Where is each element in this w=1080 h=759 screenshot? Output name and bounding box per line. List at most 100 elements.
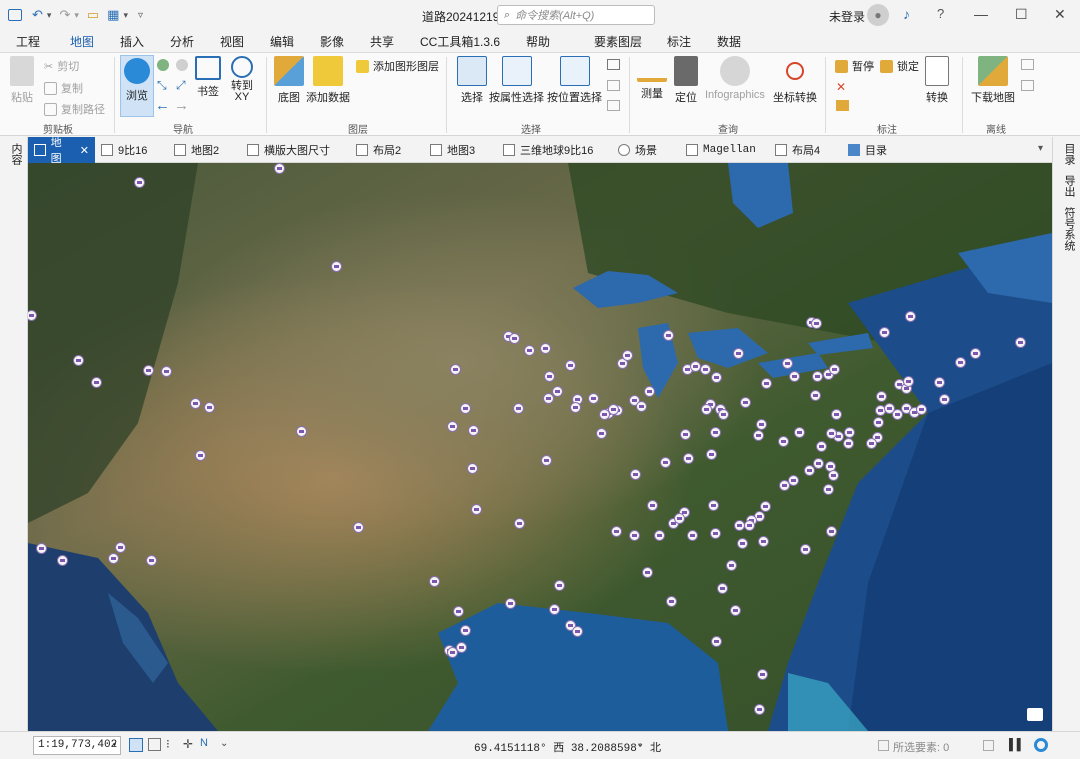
- feature-marker[interactable]: [710, 427, 721, 438]
- redo-dropdown-icon[interactable]: ▾: [74, 10, 79, 21]
- open-folder-icon[interactable]: ▭: [87, 7, 99, 23]
- map-view[interactable]: [28, 163, 1052, 731]
- feature-marker[interactable]: [622, 350, 633, 361]
- feature-marker[interactable]: [687, 530, 698, 541]
- feature-marker[interactable]: [680, 429, 691, 440]
- feature-marker[interactable]: [905, 311, 916, 322]
- feature-marker[interactable]: [789, 371, 800, 382]
- feature-marker[interactable]: [730, 605, 741, 616]
- catalog-pane-tab[interactable]: 目录: [1061, 143, 1077, 165]
- feature-marker[interactable]: [161, 366, 172, 377]
- maximize-icon[interactable]: ☐: [1015, 6, 1028, 23]
- tab-view[interactable]: 视图: [220, 33, 244, 50]
- snapping-icon[interactable]: ⁝: [166, 737, 170, 751]
- tab-help[interactable]: 帮助: [526, 33, 550, 50]
- feature-marker[interactable]: [460, 403, 471, 414]
- feature-marker[interactable]: [879, 327, 890, 338]
- feature-marker[interactable]: [866, 438, 877, 449]
- feature-marker[interactable]: [810, 390, 821, 401]
- feature-marker[interactable]: [552, 386, 563, 397]
- feature-marker[interactable]: [666, 596, 677, 607]
- feature-marker[interactable]: [711, 636, 722, 647]
- feature-marker[interactable]: [353, 522, 364, 533]
- copy-button[interactable]: 复制: [44, 80, 83, 96]
- tab-labeling[interactable]: 标注: [667, 33, 691, 50]
- feature-marker[interactable]: [754, 704, 765, 715]
- feature-marker[interactable]: [757, 669, 768, 680]
- feature-marker[interactable]: [195, 450, 206, 461]
- feature-marker[interactable]: [524, 345, 535, 356]
- tab-project[interactable]: 工程: [16, 33, 40, 50]
- pause-drawing-icon[interactable]: ▌▌: [1009, 739, 1025, 751]
- measure-button[interactable]: 测量: [637, 56, 667, 101]
- sync-icon[interactable]: [1021, 59, 1034, 70]
- map-view-toggle-icon[interactable]: [129, 738, 143, 752]
- feature-marker[interactable]: [826, 428, 837, 439]
- correction-icon[interactable]: N: [200, 737, 208, 749]
- feature-marker[interactable]: [447, 647, 458, 658]
- feature-marker[interactable]: [970, 348, 981, 359]
- feature-marker[interactable]: [710, 528, 721, 539]
- select-button[interactable]: 选择: [457, 56, 487, 105]
- feature-marker[interactable]: [761, 378, 772, 389]
- select-by-attribute-button[interactable]: 按属性选择: [489, 56, 544, 105]
- label-options-icon[interactable]: [836, 100, 849, 111]
- feature-marker[interactable]: [543, 393, 554, 404]
- feature-marker[interactable]: [544, 371, 555, 382]
- feature-marker[interactable]: [788, 475, 799, 486]
- feature-marker[interactable]: [554, 580, 565, 591]
- tab-imagery[interactable]: 影像: [320, 33, 344, 50]
- close-tab-icon[interactable]: ✕: [80, 144, 89, 157]
- feature-marker[interactable]: [939, 394, 950, 405]
- feature-marker[interactable]: [629, 530, 640, 541]
- attribute-table-icon[interactable]: [607, 59, 620, 70]
- feature-marker[interactable]: [331, 261, 342, 272]
- tab-map2[interactable]: 地图2: [174, 137, 219, 163]
- feature-marker[interactable]: [717, 583, 728, 594]
- paste-button[interactable]: 粘贴: [10, 56, 34, 105]
- locate-button[interactable]: 定位: [674, 56, 698, 105]
- feature-marker[interactable]: [644, 386, 655, 397]
- tab-landscape-layout[interactable]: 横版大图尺寸: [247, 137, 330, 163]
- feature-marker[interactable]: [642, 567, 653, 578]
- symbology-pane-tab[interactable]: 符号系统: [1061, 207, 1077, 251]
- tab-feature-layer[interactable]: 要素图层: [594, 33, 642, 50]
- feature-marker[interactable]: [701, 404, 712, 415]
- feature-marker[interactable]: [794, 427, 805, 438]
- feature-marker[interactable]: [873, 417, 884, 428]
- zoom-selected-icon[interactable]: [176, 59, 188, 71]
- download-map-button[interactable]: 下载地图: [971, 56, 1015, 105]
- feature-marker[interactable]: [570, 402, 581, 413]
- layout-icon[interactable]: ▦: [107, 7, 119, 23]
- grid-toggle-icon[interactable]: [148, 738, 161, 751]
- feature-marker[interactable]: [737, 538, 748, 549]
- tab-layout-9x16[interactable]: 9比16: [101, 137, 147, 163]
- feature-marker[interactable]: [876, 391, 887, 402]
- command-search-input[interactable]: ⌕ 命令搜索(Alt+Q): [497, 5, 655, 25]
- feature-marker[interactable]: [73, 355, 84, 366]
- remove-label-icon[interactable]: ✕: [836, 80, 846, 94]
- cut-button[interactable]: ✂ 剪切: [44, 58, 79, 74]
- layout-dropdown-icon[interactable]: ▾: [123, 10, 128, 21]
- feature-marker[interactable]: [823, 484, 834, 495]
- avatar-icon[interactable]: ●: [867, 4, 889, 26]
- select-by-location-button[interactable]: 按位置选择: [547, 56, 602, 105]
- feature-marker[interactable]: [447, 421, 458, 432]
- feature-marker[interactable]: [816, 441, 827, 452]
- next-extent-icon[interactable]: →: [174, 97, 189, 114]
- feature-marker[interactable]: [740, 397, 751, 408]
- feature-marker[interactable]: [513, 403, 524, 414]
- feature-marker[interactable]: [509, 333, 520, 344]
- zoom-full-extent-icon[interactable]: [157, 59, 169, 71]
- tab-map3[interactable]: 地图3: [430, 137, 475, 163]
- zoom-to-selection-icon[interactable]: [607, 100, 620, 111]
- redo-icon[interactable]: ↷: [59, 7, 70, 23]
- notification-bell-icon[interactable]: ♪: [903, 6, 910, 22]
- feature-marker[interactable]: [572, 626, 583, 637]
- map-notes-icon[interactable]: [1027, 708, 1043, 721]
- feature-marker[interactable]: [733, 348, 744, 359]
- coordinate-conversion-button[interactable]: 坐标转换: [773, 56, 817, 105]
- feature-marker[interactable]: [460, 625, 471, 636]
- tab-cc-toolbox[interactable]: CC工具箱1.3.6: [420, 33, 500, 50]
- clear-selection-icon[interactable]: [607, 80, 620, 91]
